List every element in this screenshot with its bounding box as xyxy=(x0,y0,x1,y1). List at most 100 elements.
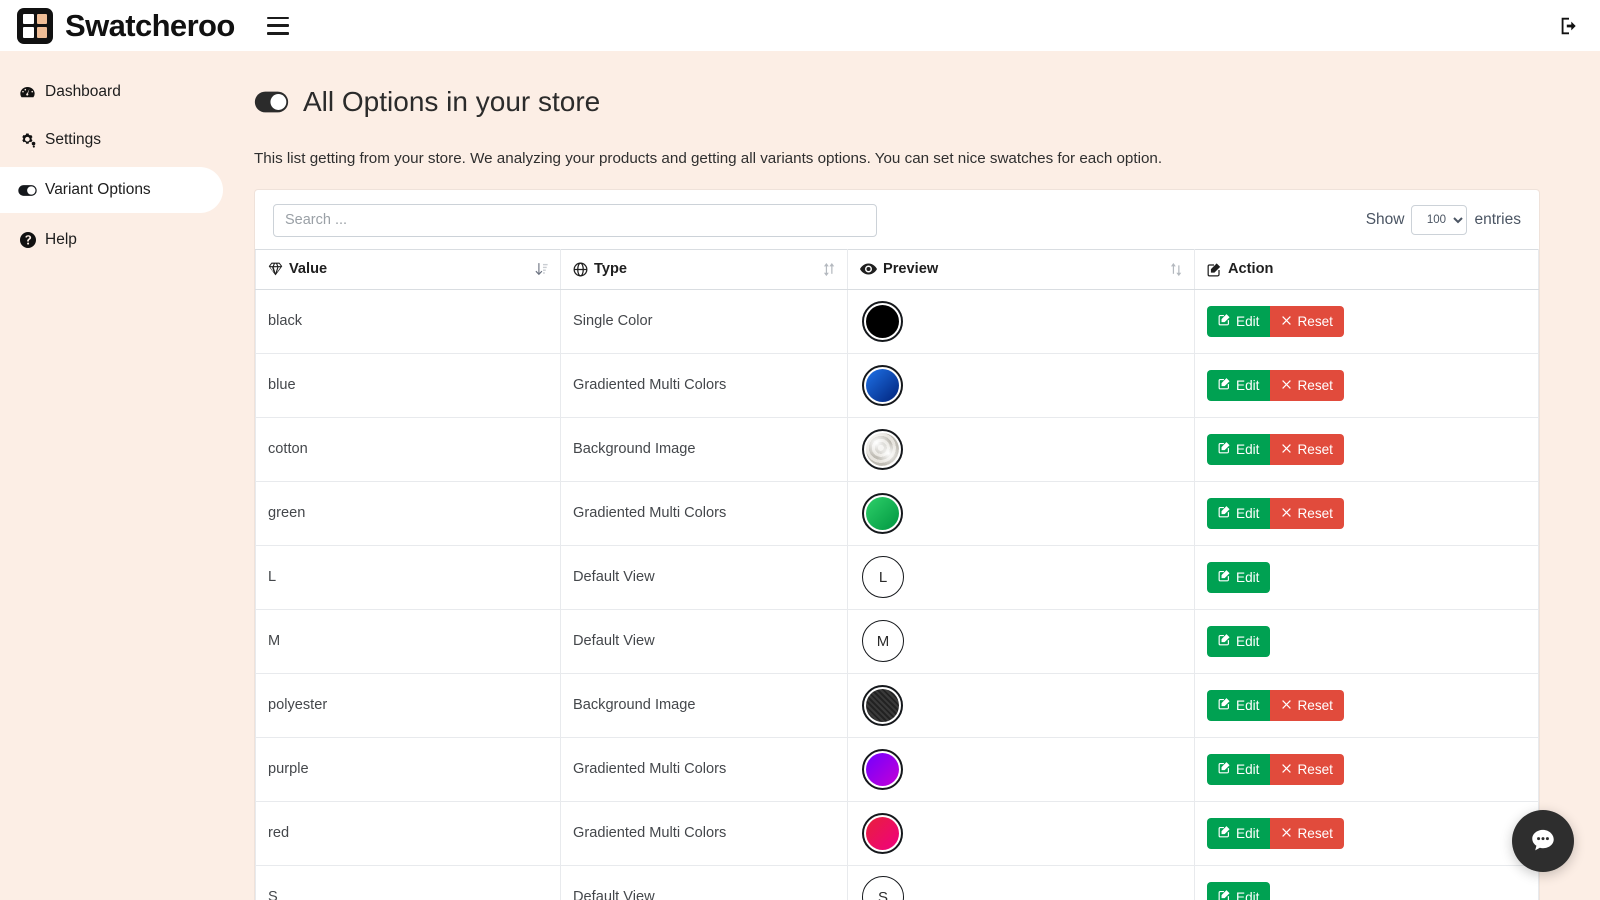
sidebar-item-label: Help xyxy=(45,232,77,248)
edit-button-label: Edit xyxy=(1236,314,1259,329)
edit-button-label: Edit xyxy=(1236,698,1259,713)
eye-icon xyxy=(860,263,877,275)
cell-value: red xyxy=(256,801,561,865)
swatch-fill xyxy=(866,433,899,466)
logout-icon[interactable] xyxy=(1558,15,1580,37)
cell-action: Edit Reset xyxy=(1195,801,1539,865)
edit-square-icon xyxy=(1218,697,1231,713)
column-header-action: Action xyxy=(1195,249,1539,289)
column-header-value[interactable]: Value xyxy=(256,249,561,289)
sidebar-item-dashboard[interactable]: Dashboard xyxy=(0,71,232,113)
chat-widget-button[interactable] xyxy=(1512,810,1574,872)
swatch-circle xyxy=(862,493,903,534)
cell-type: Background Image xyxy=(561,417,848,481)
sidebar-item-label: Dashboard xyxy=(45,84,121,100)
edit-button[interactable]: Edit xyxy=(1207,370,1270,401)
close-icon xyxy=(1281,762,1292,777)
column-header-type[interactable]: Type xyxy=(561,249,848,289)
table-row: redGradiented Multi ColorsEditReset xyxy=(256,801,1539,865)
reset-button[interactable]: Reset xyxy=(1270,306,1344,337)
column-header-label: Preview xyxy=(883,261,938,277)
close-icon xyxy=(1281,442,1292,457)
sidebar-item-variant-options[interactable]: Variant Options xyxy=(0,167,223,213)
action-button-group: EditReset xyxy=(1207,370,1344,401)
edit-button[interactable]: Edit xyxy=(1207,498,1270,529)
edit-button[interactable]: Edit xyxy=(1207,626,1270,657)
edit-button[interactable]: Edit xyxy=(1207,562,1270,593)
sidebar-item-settings[interactable]: Settings xyxy=(0,119,232,161)
brand-logo[interactable]: Swatcheroo xyxy=(17,8,235,44)
swatch-circle xyxy=(862,301,903,342)
swatch-preview xyxy=(860,365,1182,406)
table-body: blackSingle ColorEditResetblueGradiented… xyxy=(256,289,1539,900)
edit-square-icon xyxy=(1207,262,1222,277)
table-row: greenGradiented Multi ColorsEditReset xyxy=(256,481,1539,545)
reset-button[interactable]: Reset xyxy=(1270,370,1344,401)
cell-preview: S xyxy=(848,865,1195,900)
cell-value: purple xyxy=(256,737,561,801)
page-title: All Options in your store xyxy=(303,88,600,116)
table-row: LDefault ViewLEdit xyxy=(256,545,1539,609)
action-button-group: Edit Reset xyxy=(1207,818,1344,849)
edit-button[interactable]: Edit xyxy=(1207,306,1270,337)
swatch-fill xyxy=(866,497,899,530)
action-button-group: Edit xyxy=(1207,562,1270,593)
reset-button[interactable]: Reset xyxy=(1270,498,1344,529)
cell-action: Edit xyxy=(1195,609,1539,673)
sort-asc-icon[interactable] xyxy=(535,262,548,277)
cell-preview xyxy=(848,417,1195,481)
sort-both-icon[interactable] xyxy=(823,262,835,277)
swatch-preview xyxy=(860,685,1182,726)
entries-select[interactable]: 100 xyxy=(1411,205,1467,235)
table-row: MDefault ViewMEdit xyxy=(256,609,1539,673)
swatch-fill xyxy=(866,689,899,722)
edit-button[interactable]: Edit xyxy=(1207,434,1270,465)
edit-button[interactable]: Edit xyxy=(1207,690,1270,721)
hamburger-menu-icon[interactable] xyxy=(267,17,289,35)
edit-square-icon xyxy=(1218,825,1231,841)
sort-both-icon[interactable] xyxy=(1170,262,1182,277)
swatch-preview xyxy=(860,301,1182,342)
reset-button[interactable]: Reset xyxy=(1270,690,1344,721)
edit-button[interactable]: Edit xyxy=(1207,818,1270,849)
swatch-preview: L xyxy=(860,556,1182,598)
cell-preview xyxy=(848,353,1195,417)
close-icon xyxy=(1281,506,1292,521)
variant-options-table: Value xyxy=(255,249,1539,900)
edit-button[interactable]: Edit xyxy=(1207,754,1270,785)
cell-preview xyxy=(848,673,1195,737)
reset-button-label: Reset xyxy=(1297,506,1333,521)
cell-action: Edit Reset xyxy=(1195,737,1539,801)
cell-preview xyxy=(848,481,1195,545)
swatch-preview xyxy=(860,493,1182,534)
reset-button-label: Reset xyxy=(1297,826,1333,841)
search-input[interactable] xyxy=(273,204,877,237)
edit-square-icon xyxy=(1218,633,1231,649)
swatch-circle xyxy=(862,685,903,726)
table-controls: Show 100 entries xyxy=(255,190,1539,249)
edit-button-label: Edit xyxy=(1236,570,1259,585)
cell-type: Gradiented Multi Colors xyxy=(561,481,848,545)
edit-button[interactable]: Edit xyxy=(1207,882,1270,900)
cell-value: M xyxy=(256,609,561,673)
page-subtitle: This list getting from your store. We an… xyxy=(254,150,1600,167)
table-row: blueGradiented Multi ColorsEditReset xyxy=(256,353,1539,417)
reset-button[interactable]: Reset xyxy=(1270,434,1344,465)
swatch-preview: M xyxy=(860,620,1182,662)
reset-button-label: Reset xyxy=(1297,762,1333,777)
edit-square-icon xyxy=(1218,505,1231,521)
action-button-group: Edit Reset xyxy=(1207,306,1344,337)
cell-preview: L xyxy=(848,545,1195,609)
table-row: purpleGradiented Multi ColorsEditReset xyxy=(256,737,1539,801)
top-navbar: Swatcheroo xyxy=(0,0,1600,51)
reset-button[interactable]: Reset xyxy=(1270,754,1344,785)
close-icon xyxy=(1281,826,1292,841)
edit-square-icon xyxy=(1218,569,1231,585)
sidebar-item-label: Settings xyxy=(45,132,101,148)
cell-value: black xyxy=(256,289,561,353)
column-header-preview[interactable]: Preview xyxy=(848,249,1195,289)
reset-button-label: Reset xyxy=(1297,442,1333,457)
swatch-circle xyxy=(862,365,903,406)
sidebar-item-help[interactable]: Help xyxy=(0,219,232,261)
reset-button[interactable]: Reset xyxy=(1270,818,1344,849)
